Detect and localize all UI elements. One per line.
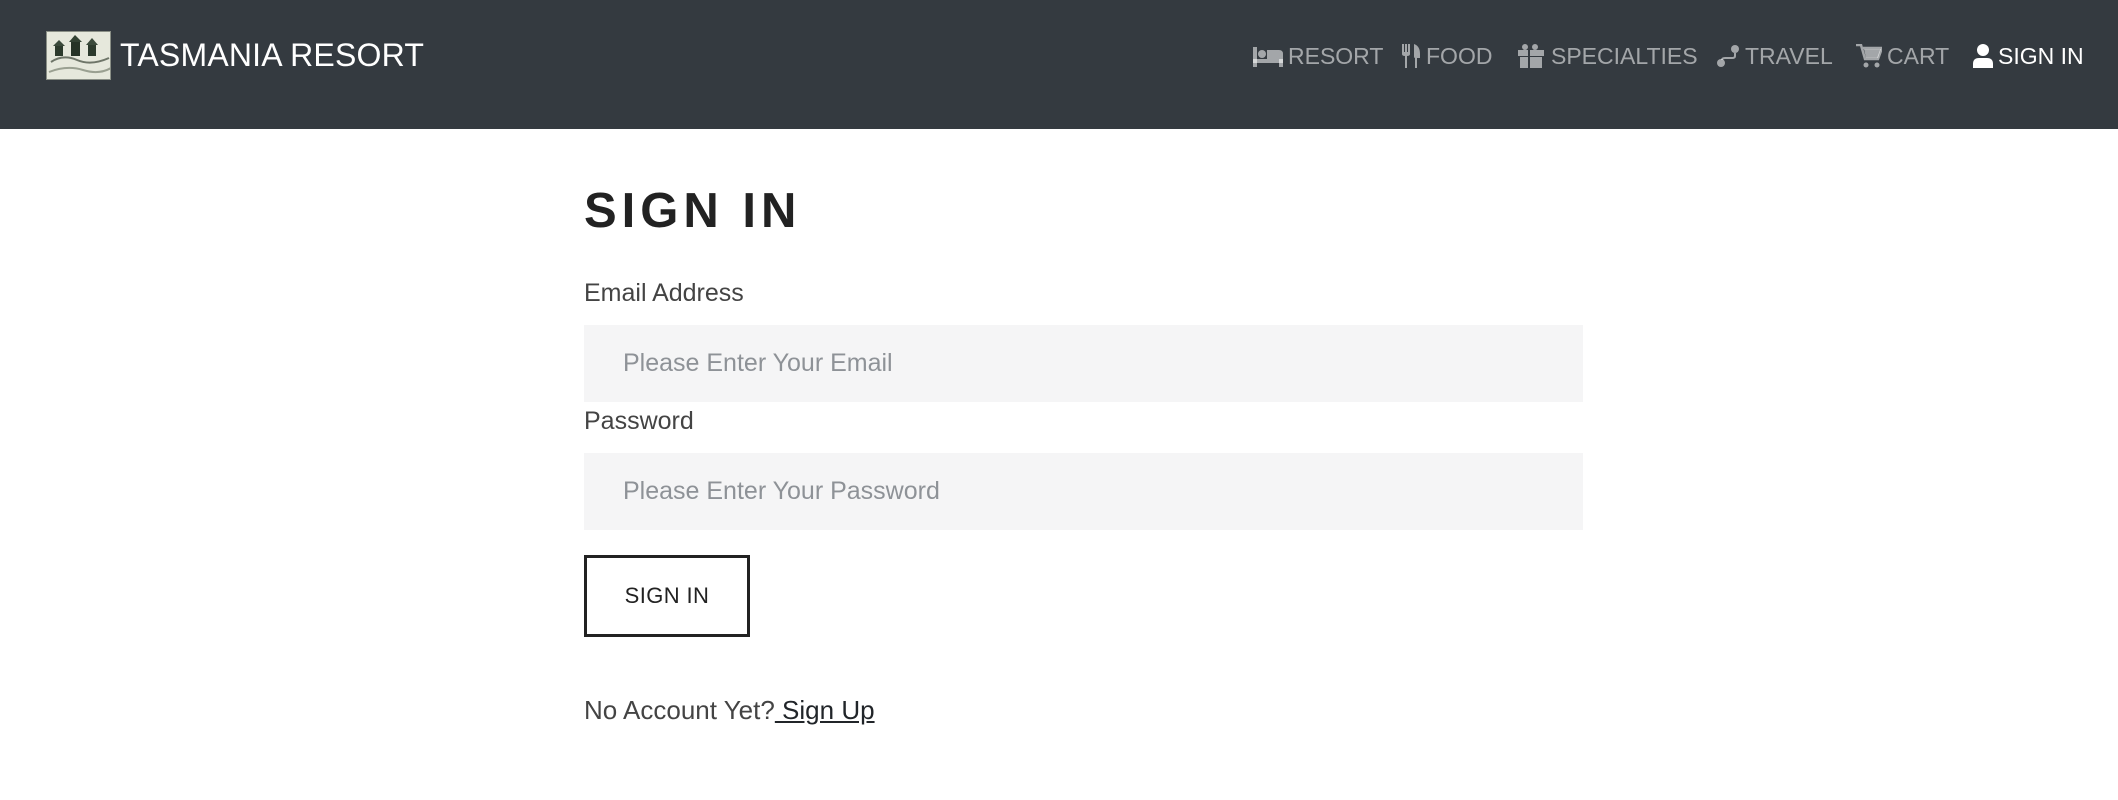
nav-item-resort[interactable]: RESORT [1253,38,1383,74]
bed-icon [1253,47,1283,67]
no-account-text: No Account Yet? Sign Up [584,695,875,726]
password-label: Password [584,407,694,435]
email-label: Email Address [584,279,744,307]
gift-icon [1518,44,1544,68]
cart-icon [1856,44,1882,68]
nav-item-sign-in[interactable]: SIGN IN [1973,38,2084,74]
password-field[interactable] [584,453,1583,530]
main-nav: RESORT FOOD SPECIALTIES TRAVEL CART SIGN… [0,0,2118,112]
sign-in-button[interactable]: SIGN IN [584,555,750,637]
user-icon [1973,44,1993,68]
nav-label-sign-in: SIGN IN [1998,42,2084,69]
nav-item-specialties[interactable]: SPECIALTIES [1516,38,1698,74]
nav-label-resort: RESORT [1288,42,1384,69]
utensils-icon [1402,44,1420,68]
nav-label-food: FOOD [1426,42,1493,69]
nav-item-travel[interactable]: TRAVEL [1716,38,1833,74]
nav-item-cart[interactable]: CART [1856,38,1949,74]
top-navbar: TASMANIA RESORT RESORT FOOD SPECIALTIES … [0,0,2118,129]
nav-label-specialties: SPECIALTIES [1551,42,1698,69]
route-icon [1717,45,1739,67]
sign-up-link[interactable]: Sign Up [775,695,875,725]
nav-label-cart: CART [1887,42,1950,69]
no-account-label: No Account Yet? [584,695,775,725]
email-field[interactable] [584,325,1583,402]
nav-label-travel: TRAVEL [1745,42,1833,69]
nav-item-food[interactable]: FOOD [1401,38,1492,74]
page-title: SIGN IN [584,184,802,238]
